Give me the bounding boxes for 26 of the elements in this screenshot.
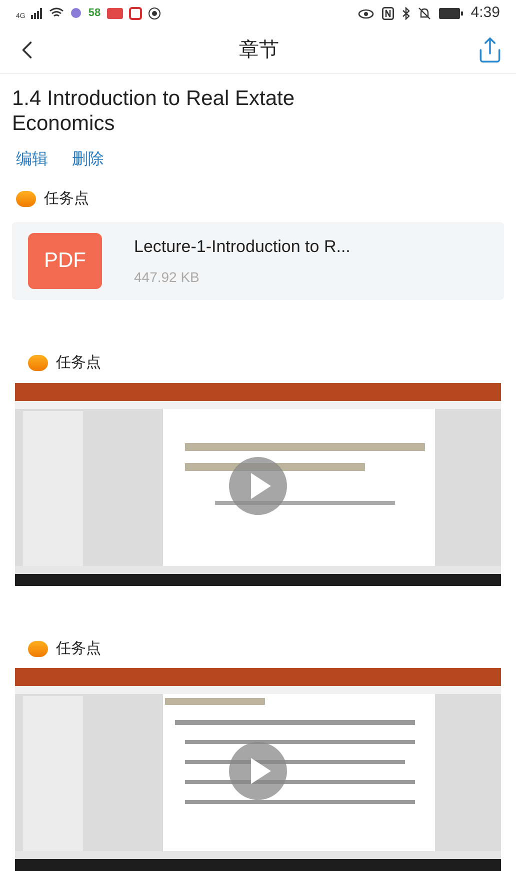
time-label: 4:39 [470, 3, 500, 24]
wifi-icon [49, 7, 64, 20]
pdf-file-icon: PDF [28, 233, 102, 289]
task-label: 任务点 [44, 188, 89, 208]
play-icon[interactable] [228, 741, 288, 801]
signal-icon [31, 8, 44, 19]
app-count-label: 58 [88, 6, 101, 22]
square-icon [128, 6, 142, 20]
file-size: 447.92 KB [134, 268, 200, 288]
bluetooth-icon [402, 6, 410, 20]
chapter-title: 1.4 Introduction to Real Extate Economics [11, 86, 296, 136]
muted-bell-icon [418, 6, 431, 20]
tv-icon [106, 6, 123, 20]
play-icon[interactable] [228, 456, 288, 516]
circle-icon [148, 6, 161, 20]
nfc-icon [382, 6, 394, 20]
action-link[interactable]: 编辑 [16, 148, 48, 172]
battery-icon [438, 8, 463, 19]
eye-icon [358, 7, 374, 20]
task-label: 任务点 [56, 638, 101, 658]
file-card[interactable]: PDF Lecture-1-Introduction to R... 447.92 KB [12, 222, 504, 300]
file-name: Lecture-1-Introduction to R... [134, 236, 350, 258]
app-icon [70, 7, 82, 20]
page-title: 章节 [239, 38, 279, 63]
task-label: 任务点 [56, 353, 101, 373]
action-link[interactable]: 删除 [72, 148, 104, 172]
